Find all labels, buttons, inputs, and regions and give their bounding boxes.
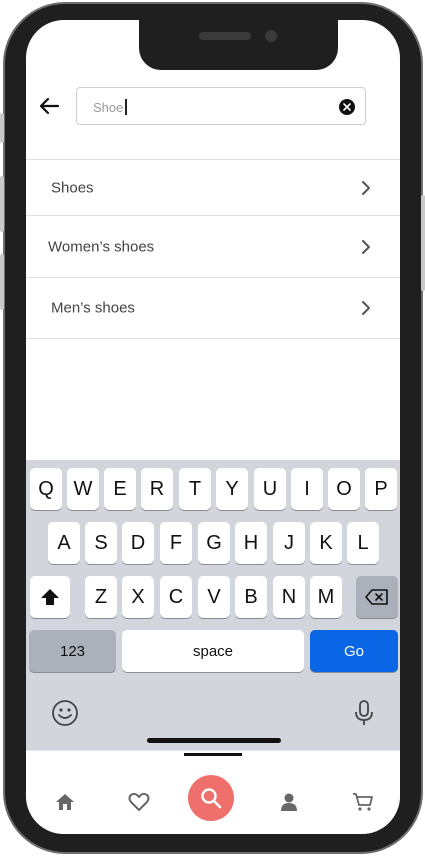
keyboard: Q W E R T Y U I O P A S D F G H J K L Z … bbox=[26, 460, 400, 750]
key-v[interactable]: V bbox=[198, 576, 230, 618]
suggestion-womens-shoes[interactable]: Women’s shoes bbox=[26, 215, 400, 277]
tab-home[interactable] bbox=[50, 787, 80, 817]
speaker bbox=[199, 32, 251, 40]
bottom-tab-bar bbox=[26, 750, 400, 834]
search-icon bbox=[201, 788, 222, 809]
key-e[interactable]: E bbox=[104, 468, 136, 510]
space-key[interactable]: space bbox=[122, 630, 304, 672]
tab-cart[interactable] bbox=[348, 787, 378, 817]
cart-icon bbox=[353, 793, 373, 811]
power-button bbox=[421, 195, 425, 291]
go-key[interactable]: Go bbox=[310, 630, 398, 672]
home-indicator bbox=[147, 738, 281, 743]
suggestion-mens-shoes[interactable]: Men’s shoes bbox=[26, 277, 400, 339]
chevron-right-icon bbox=[362, 239, 370, 254]
key-t[interactable]: T bbox=[179, 468, 211, 510]
front-camera bbox=[265, 30, 277, 42]
suggestion-shoes[interactable]: Shoes bbox=[26, 159, 400, 215]
volume-up-button bbox=[0, 176, 4, 232]
tab-search[interactable] bbox=[188, 775, 234, 821]
volume-down-button bbox=[0, 254, 4, 310]
home-icon bbox=[56, 794, 74, 810]
key-w[interactable]: W bbox=[67, 468, 99, 510]
chevron-right-icon bbox=[362, 180, 370, 195]
key-y[interactable]: Y bbox=[216, 468, 248, 510]
clear-x-icon bbox=[343, 103, 351, 111]
tab-favorites[interactable] bbox=[124, 787, 154, 817]
key-b[interactable]: B bbox=[235, 576, 267, 618]
key-r[interactable]: R bbox=[141, 468, 173, 510]
key-p[interactable]: P bbox=[365, 468, 397, 510]
numbers-key[interactable]: 123 bbox=[29, 630, 116, 672]
backspace-icon bbox=[365, 589, 388, 605]
search-input[interactable]: Shoe bbox=[76, 87, 366, 125]
mute-switch bbox=[0, 113, 4, 143]
notch bbox=[139, 20, 338, 70]
text-caret bbox=[125, 99, 127, 115]
heart-icon bbox=[128, 792, 150, 811]
key-m[interactable]: M bbox=[310, 576, 342, 618]
suggestion-label: Men’s shoes bbox=[51, 299, 135, 317]
phone-screen: Shoe Shoes Women’s shoes Men’s shoes Q W… bbox=[26, 20, 400, 834]
key-f[interactable]: F bbox=[160, 522, 192, 564]
tab-profile[interactable] bbox=[274, 787, 304, 817]
microphone-button[interactable] bbox=[352, 698, 376, 728]
key-d[interactable]: D bbox=[122, 522, 154, 564]
suggestion-label: Women’s shoes bbox=[48, 238, 155, 255]
key-o[interactable]: O bbox=[328, 468, 360, 510]
shift-key[interactable] bbox=[30, 576, 70, 618]
key-n[interactable]: N bbox=[273, 576, 305, 618]
back-button[interactable] bbox=[36, 93, 62, 119]
key-a[interactable]: A bbox=[48, 522, 80, 564]
chevron-right-icon bbox=[362, 301, 370, 315]
key-q[interactable]: Q bbox=[30, 468, 62, 510]
key-j[interactable]: J bbox=[273, 522, 305, 564]
key-s[interactable]: S bbox=[85, 522, 117, 564]
key-l[interactable]: L bbox=[347, 522, 379, 564]
microphone-icon bbox=[355, 700, 373, 725]
user-icon bbox=[281, 793, 297, 811]
key-g[interactable]: G bbox=[198, 522, 230, 564]
backspace-key[interactable] bbox=[356, 576, 398, 618]
key-u[interactable]: U bbox=[254, 468, 286, 510]
key-z[interactable]: Z bbox=[85, 576, 117, 618]
arrow-left-icon bbox=[39, 97, 60, 115]
tab-indicator bbox=[184, 753, 242, 756]
key-c[interactable]: C bbox=[160, 576, 192, 618]
clear-search-button[interactable] bbox=[339, 99, 355, 115]
suggestion-label: Shoes bbox=[51, 179, 94, 196]
key-k[interactable]: K bbox=[310, 522, 342, 564]
key-x[interactable]: X bbox=[122, 576, 154, 618]
key-h[interactable]: H bbox=[235, 522, 267, 564]
key-i[interactable]: I bbox=[291, 468, 323, 510]
emoji-icon bbox=[52, 700, 78, 726]
search-input-value: Shoe bbox=[93, 99, 127, 115]
emoji-button[interactable] bbox=[50, 698, 80, 728]
shift-arrow-icon bbox=[41, 589, 59, 605]
suggestion-list: Shoes Women’s shoes Men’s shoes bbox=[26, 159, 400, 339]
